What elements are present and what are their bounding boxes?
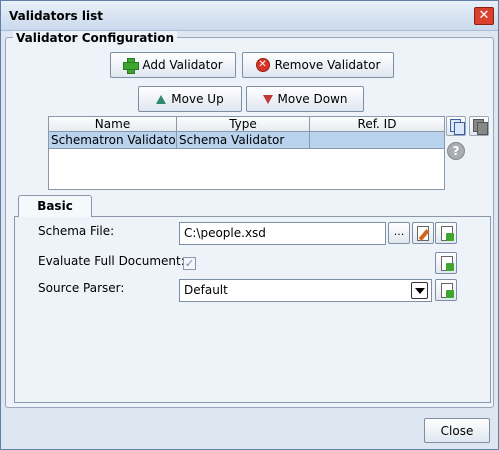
browse-button[interactable]: ...: [388, 222, 410, 244]
source-parser-value: Default: [184, 283, 228, 297]
move-down-label: Move Down: [277, 92, 348, 106]
validator-configuration-group: Validator Configuration Add Validator ✕ …: [5, 31, 494, 408]
remove-x-icon: ✕: [255, 58, 270, 72]
cell-ref-id: [310, 132, 444, 149]
column-header-type[interactable]: Type: [177, 117, 310, 131]
column-header-name[interactable]: Name: [49, 117, 177, 131]
chevron-down-icon[interactable]: [411, 282, 428, 299]
evaluate-full-document-checkbox[interactable]: ✓: [183, 257, 196, 270]
arrow-up-icon: [156, 94, 167, 104]
validators-dialog: Validators list ✕ Validator Configuratio…: [0, 0, 499, 450]
source-parser-select[interactable]: Default: [179, 279, 432, 302]
move-up-label: Move Up: [171, 92, 224, 106]
remove-validator-button[interactable]: ✕ Remove Validator: [242, 52, 394, 78]
close-button[interactable]: Close: [424, 418, 490, 443]
add-validator-button[interactable]: Add Validator: [110, 52, 236, 78]
cell-type: Schema Validator: [177, 132, 310, 149]
close-window-icon[interactable]: ✕: [474, 7, 494, 25]
schema-file-label: Schema File:: [38, 224, 115, 238]
new-document-icon[interactable]: [435, 222, 457, 244]
move-up-button[interactable]: Move Up: [138, 86, 242, 112]
source-parser-label: Source Parser:: [38, 281, 125, 295]
title-bar: Validators list ✕: [1, 1, 498, 31]
validators-table: Name Type Ref. ID Schematron Validator S…: [48, 116, 445, 190]
copy-icon[interactable]: [446, 116, 466, 136]
move-down-button[interactable]: Move Down: [246, 86, 364, 112]
window-title: Validators list: [9, 9, 103, 23]
arrow-down-icon: [262, 94, 273, 104]
evaluate-full-document-label: Evaluate Full Document:: [38, 254, 185, 268]
column-header-ref-id[interactable]: Ref. ID: [310, 117, 444, 131]
table-header: Name Type Ref. ID: [49, 117, 444, 132]
paste-icon[interactable]: [469, 116, 489, 136]
basic-tab-panel: Schema File: C:\people.xsd ... Evaluate …: [14, 216, 491, 403]
add-validator-label: Add Validator: [142, 58, 223, 72]
new-document-icon[interactable]: [435, 279, 457, 301]
schema-file-input[interactable]: C:\people.xsd: [179, 222, 386, 245]
table-row[interactable]: Schematron Validator Schema Validator: [49, 132, 444, 149]
help-icon[interactable]: ?: [447, 142, 465, 160]
tab-basic[interactable]: Basic: [18, 195, 92, 217]
cell-name: Schematron Validator: [49, 132, 177, 149]
remove-validator-label: Remove Validator: [274, 58, 381, 72]
add-plus-icon: [123, 58, 140, 74]
group-title: Validator Configuration: [13, 31, 177, 45]
new-document-icon[interactable]: [435, 252, 457, 274]
edit-icon[interactable]: [412, 222, 434, 244]
